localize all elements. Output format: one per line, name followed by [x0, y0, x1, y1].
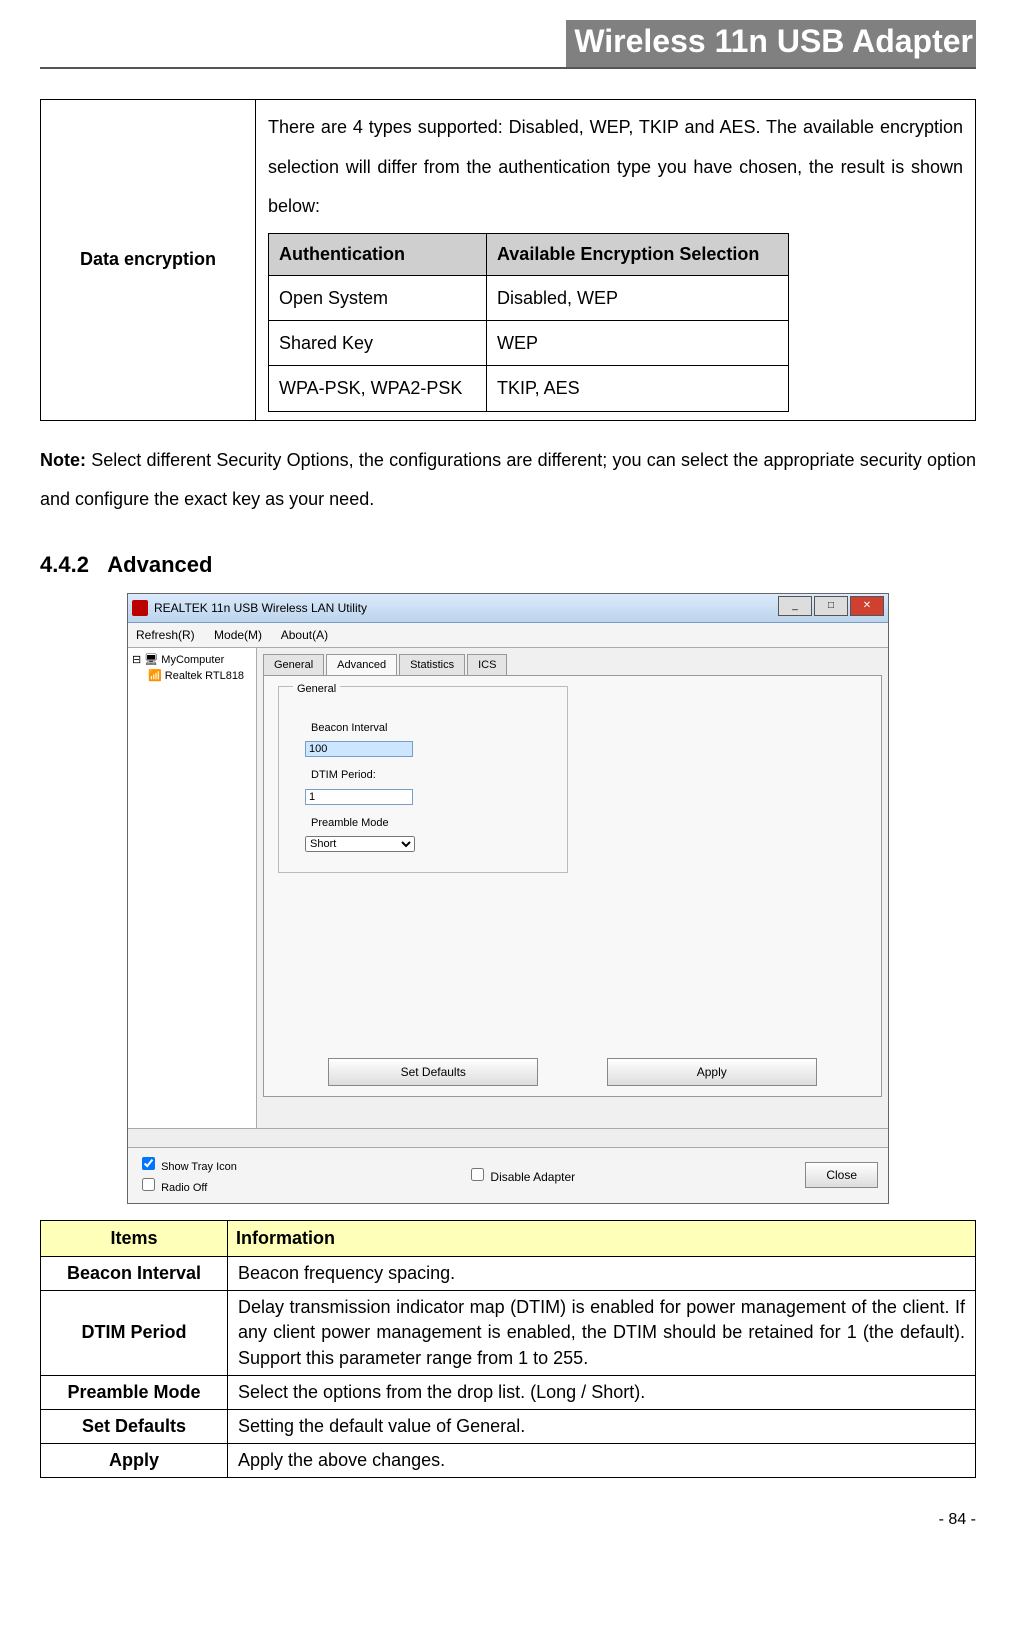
scroll-bar[interactable]: [128, 1128, 888, 1147]
items-header: Items: [41, 1220, 228, 1256]
section-heading: 4.4.2 Advanced: [40, 548, 976, 581]
section-number: 4.4.2: [40, 552, 89, 577]
item-info: Apply the above changes.: [228, 1444, 976, 1478]
item-info: Select the options from the drop list. (…: [228, 1375, 976, 1409]
beacon-interval-input[interactable]: [305, 741, 413, 757]
inner-header-auth: Authentication: [269, 233, 487, 275]
window-title: REALTEK 11n USB Wireless LAN Utility: [154, 599, 367, 617]
preamble-mode-select[interactable]: Short: [305, 836, 415, 852]
encryption-intro: There are 4 types supported: Disabled, W…: [268, 108, 963, 227]
app-window: REALTEK 11n USB Wireless LAN Utility _ □…: [127, 593, 889, 1204]
information-header: Information: [228, 1220, 976, 1256]
close-window-button[interactable]: ✕: [850, 596, 884, 616]
note-text: Note: Select different Security Options,…: [40, 441, 976, 520]
menu-refresh[interactable]: Refresh(R): [136, 628, 195, 642]
section-title: Advanced: [107, 552, 212, 577]
general-group: General Beacon Interval DTIM Period: Pre…: [278, 686, 568, 873]
tab-statistics[interactable]: Statistics: [399, 654, 465, 676]
page-title: Wireless 11n USB Adapter: [566, 20, 976, 67]
tab-ics[interactable]: ICS: [467, 654, 507, 676]
tree-child[interactable]: 📶 Realtek RTL818: [132, 668, 252, 685]
group-label: General: [293, 683, 340, 695]
item-name: Beacon Interval: [41, 1256, 228, 1290]
tab-general[interactable]: General: [263, 654, 324, 676]
preamble-label: Preamble Mode: [311, 815, 553, 832]
encryption-inner-table: Authentication Available Encryption Sele…: [268, 233, 789, 412]
menu-about[interactable]: About(A): [281, 628, 328, 642]
item-name: Preamble Mode: [41, 1375, 228, 1409]
item-name: DTIM Period: [41, 1291, 228, 1376]
enc-cell: WEP: [486, 320, 788, 365]
auth-cell: Shared Key: [269, 320, 487, 365]
close-button[interactable]: Close: [805, 1162, 878, 1188]
encryption-table: Data encryption There are 4 types suppor…: [40, 99, 976, 421]
item-info: Setting the default value of General.: [228, 1409, 976, 1443]
encryption-label: Data encryption: [41, 100, 256, 421]
item-info: Delay transmission indicator map (DTIM) …: [228, 1291, 976, 1376]
item-info: Beacon frequency spacing.: [228, 1256, 976, 1290]
radio-off-checkbox[interactable]: Radio Off: [138, 1175, 237, 1197]
dtim-period-input[interactable]: [305, 789, 413, 805]
menu-bar: Refresh(R) Mode(M) About(A): [128, 623, 888, 648]
enc-cell: Disabled, WEP: [486, 275, 788, 320]
inner-header-enc: Available Encryption Selection: [486, 233, 788, 275]
maximize-button[interactable]: □: [814, 596, 848, 616]
title-bar[interactable]: REALTEK 11n USB Wireless LAN Utility _ □…: [128, 594, 888, 623]
auth-cell: Open System: [269, 275, 487, 320]
dtim-label: DTIM Period:: [311, 767, 553, 784]
item-name: Set Defaults: [41, 1409, 228, 1443]
note-body: Select different Security Options, the c…: [40, 450, 976, 510]
enc-cell: TKIP, AES: [486, 366, 788, 411]
show-tray-checkbox[interactable]: Show Tray Icon: [138, 1154, 237, 1176]
menu-mode[interactable]: Mode(M): [214, 628, 262, 642]
minimize-button[interactable]: _: [778, 596, 812, 616]
page-number: - 84 -: [40, 1508, 976, 1532]
set-defaults-button[interactable]: Set Defaults: [328, 1058, 538, 1086]
app-icon: [132, 600, 148, 616]
tree-root[interactable]: ⊟ 🖥 MyComputer: [132, 652, 252, 669]
tab-advanced[interactable]: Advanced: [326, 654, 397, 676]
note-prefix: Note:: [40, 450, 86, 470]
apply-button[interactable]: Apply: [607, 1058, 817, 1086]
auth-cell: WPA-PSK, WPA2-PSK: [269, 366, 487, 411]
tree-pane: ⊟ 🖥 MyComputer 📶 Realtek RTL818: [128, 648, 257, 1128]
disable-adapter-checkbox[interactable]: Disable Adapter: [467, 1170, 575, 1184]
beacon-label: Beacon Interval: [311, 720, 553, 737]
encryption-content: There are 4 types supported: Disabled, W…: [256, 100, 976, 421]
items-table: Items Information Beacon Interval Beacon…: [40, 1220, 976, 1478]
item-name: Apply: [41, 1444, 228, 1478]
